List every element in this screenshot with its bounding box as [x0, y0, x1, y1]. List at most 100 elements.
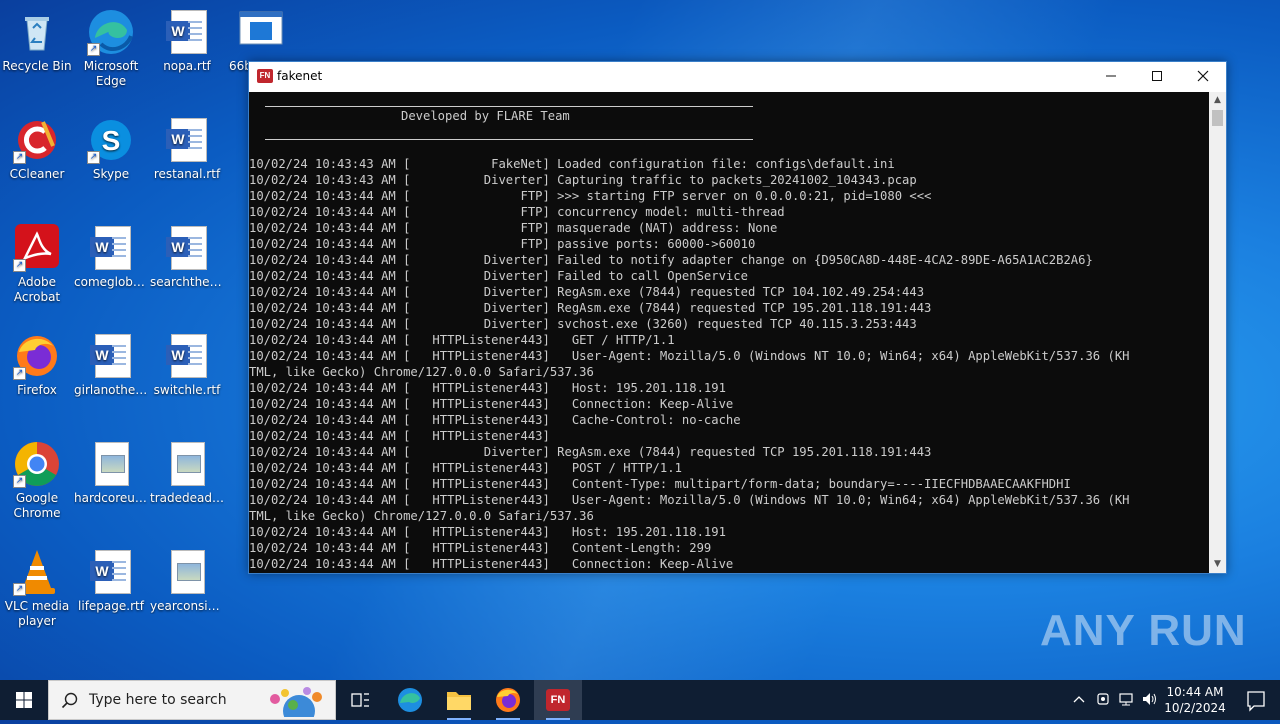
image-file-desktop-icon[interactable]: tradedead.... [150, 440, 224, 506]
desktop-icon-label: comegloba... [74, 275, 148, 289]
chrome-icon: ↗ [13, 440, 61, 488]
task-view-button[interactable] [336, 680, 384, 720]
log-line: 10/02/24 10:43:44 AM [ FTP] >>> starting… [249, 189, 932, 203]
shortcut-arrow-icon: ↗ [87, 151, 100, 164]
desktop-icon-label: Skype [92, 167, 130, 181]
image-file-desktop-icon[interactable]: yearconsid... [150, 548, 224, 614]
skype-desktop-icon[interactable]: S ↗ Skype [74, 116, 148, 182]
log-line: 10/02/24 10:43:44 AM [ HTTPListener443] … [249, 525, 726, 539]
log-line: TML, like Gecko) Chrome/127.0.0.0 Safari… [249, 509, 594, 523]
rtf-file-desktop-icon[interactable]: W searchther... [150, 224, 224, 290]
google-chrome-desktop-icon[interactable]: ↗ Google Chrome [0, 440, 74, 521]
close-button[interactable] [1180, 62, 1226, 92]
scroll-down-icon[interactable]: ▼ [1209, 556, 1226, 573]
desktop-icon-label: searchther... [150, 275, 224, 289]
notifications-button[interactable] [1232, 680, 1280, 720]
shortcut-arrow-icon: ↗ [13, 151, 26, 164]
firefox-desktop-icon[interactable]: ↗ Firefox [0, 332, 74, 398]
fakenet-app-icon: FN [546, 689, 570, 711]
desktop-icon-label: restanal.rtf [153, 167, 221, 181]
ccleaner-desktop-icon[interactable]: ↗ CCleaner [0, 116, 74, 182]
network-icon[interactable] [1118, 691, 1136, 707]
edge-icon [398, 688, 422, 712]
skype-icon: S ↗ [87, 116, 135, 164]
log-line: 10/02/24 10:43:44 AM [ FTP] masquerade (… [249, 221, 778, 235]
taskbar-firefox-button[interactable] [484, 680, 532, 720]
desktop-icon-label: VLC media player [4, 599, 70, 628]
taskbar-file-explorer-button[interactable] [435, 680, 483, 720]
log-lines: 10/02/24 10:43:43 AM [ FakeNet] Loaded c… [249, 156, 1209, 572]
recycle-bin-icon [13, 8, 61, 56]
window-titlebar[interactable]: FN fakenet [249, 62, 1226, 92]
recycle-bin-desktop-icon[interactable]: Recycle Bin [0, 8, 74, 74]
taskbar-fakenet-button[interactable]: FN [534, 680, 582, 720]
log-line: 10/02/24 10:43:44 AM [ HTTPListener443] … [249, 557, 734, 571]
desktop-icon-label: tradedead.... [150, 491, 224, 505]
word-document-icon: W [163, 332, 211, 380]
maximize-icon [1152, 71, 1162, 81]
log-line: 10/02/24 10:43:44 AM [ Diverter] RegAsm.… [249, 445, 932, 459]
taskbar-search-box[interactable]: Type here to search [48, 680, 336, 720]
desktop-icon-label: Recycle Bin [2, 59, 72, 73]
rtf-file-desktop-icon[interactable]: W lifepage.rtf [74, 548, 148, 614]
log-line: 10/02/24 10:43:44 AM [ Diverter] Failed … [249, 253, 1093, 267]
search-placeholder: Type here to search [89, 692, 227, 708]
desktop-icon-label: switchle.rtf [153, 383, 221, 397]
rtf-file-desktop-icon[interactable]: W restanal.rtf [150, 116, 224, 182]
vlc-icon: ↗ [13, 548, 61, 596]
desktop-icon-label: Google Chrome [13, 491, 61, 520]
shortcut-arrow-icon: ↗ [13, 583, 26, 596]
log-line: 10/02/24 10:43:44 AM [ HTTPListener443] … [249, 381, 726, 395]
log-line: 10/02/24 10:43:44 AM [ Diverter] RegAsm.… [249, 285, 925, 299]
chevron-up-icon[interactable] [1072, 692, 1086, 706]
device-icon[interactable] [1095, 691, 1111, 707]
console-output[interactable]: Developed by FLARE Team 10/02/24 10:43:4… [249, 92, 1209, 573]
log-line: 10/02/24 10:43:43 AM [ FakeNet] Loaded c… [249, 157, 895, 171]
rtf-file-desktop-icon[interactable]: W switchle.rtf [150, 332, 224, 398]
fakenet-console-window[interactable]: FN fakenet Developed by FLARE Team 10/02… [248, 61, 1227, 574]
rtf-file-desktop-icon[interactable]: W nopa.rtf [150, 8, 224, 74]
log-line: 10/02/24 10:43:44 AM [ HTTPListener443] … [249, 397, 734, 411]
window-title: fakenet [277, 69, 323, 83]
word-document-icon: W [87, 224, 135, 272]
shortcut-arrow-icon: ↗ [13, 367, 26, 380]
minimize-button[interactable] [1088, 62, 1134, 92]
desktop-icon-label: hardcoreun... [74, 491, 148, 505]
log-line: 10/02/24 10:43:44 AM [ HTTPListener443] [249, 429, 550, 443]
log-line: 10/02/24 10:43:44 AM [ FTP] concurrency … [249, 205, 785, 219]
image-file-icon [163, 440, 211, 488]
log-line: 10/02/24 10:43:44 AM [ HTTPListener443] … [249, 477, 1071, 491]
word-document-icon: W [87, 332, 135, 380]
task-view-icon [351, 693, 369, 707]
maximize-button[interactable] [1134, 62, 1180, 92]
image-file-icon [163, 548, 211, 596]
clock-time: 10:44 AM [1166, 685, 1224, 699]
vertical-scrollbar[interactable]: ▲ ▼ [1209, 92, 1226, 573]
log-line: 10/02/24 10:43:43 AM [ Diverter] Capturi… [249, 173, 917, 187]
adobe-acrobat-desktop-icon[interactable]: ↗ Adobe Acrobat [0, 224, 74, 305]
image-file-icon [87, 440, 135, 488]
firefox-icon: ↗ [13, 332, 61, 380]
taskbar-edge-button[interactable] [386, 680, 434, 720]
scrollbar-thumb[interactable] [1212, 110, 1223, 126]
log-line: 10/02/24 10:43:44 AM [ HTTPListener443] … [249, 413, 741, 427]
banner-divider [265, 139, 753, 140]
desktop-icon-label: Firefox [17, 383, 57, 397]
shortcut-arrow-icon: ↗ [13, 259, 26, 272]
start-button[interactable] [0, 680, 48, 720]
windows-logo-icon [16, 692, 32, 708]
microsoft-edge-desktop-icon[interactable]: ↗ Microsoft Edge [74, 8, 148, 89]
ccleaner-icon: ↗ [13, 116, 61, 164]
desktop-icon-label: CCleaner [9, 167, 65, 181]
image-file-desktop-icon[interactable]: hardcoreun... [74, 440, 148, 506]
taskbar-clock[interactable]: 10:44 AM 10/2/2024 [1160, 684, 1230, 716]
scroll-up-icon[interactable]: ▲ [1209, 92, 1226, 109]
vlc-desktop-icon[interactable]: ↗ VLC media player [0, 548, 74, 629]
close-icon [1197, 70, 1209, 82]
rtf-file-desktop-icon[interactable]: W comegloba... [74, 224, 148, 290]
rtf-file-desktop-icon[interactable]: W girlanother... [74, 332, 148, 398]
fakenet-app-icon: FN [257, 69, 273, 83]
log-line: 10/02/24 10:43:44 AM [ HTTPListener443] … [249, 541, 712, 555]
application-window-icon [238, 8, 286, 56]
volume-icon[interactable] [1141, 691, 1159, 707]
